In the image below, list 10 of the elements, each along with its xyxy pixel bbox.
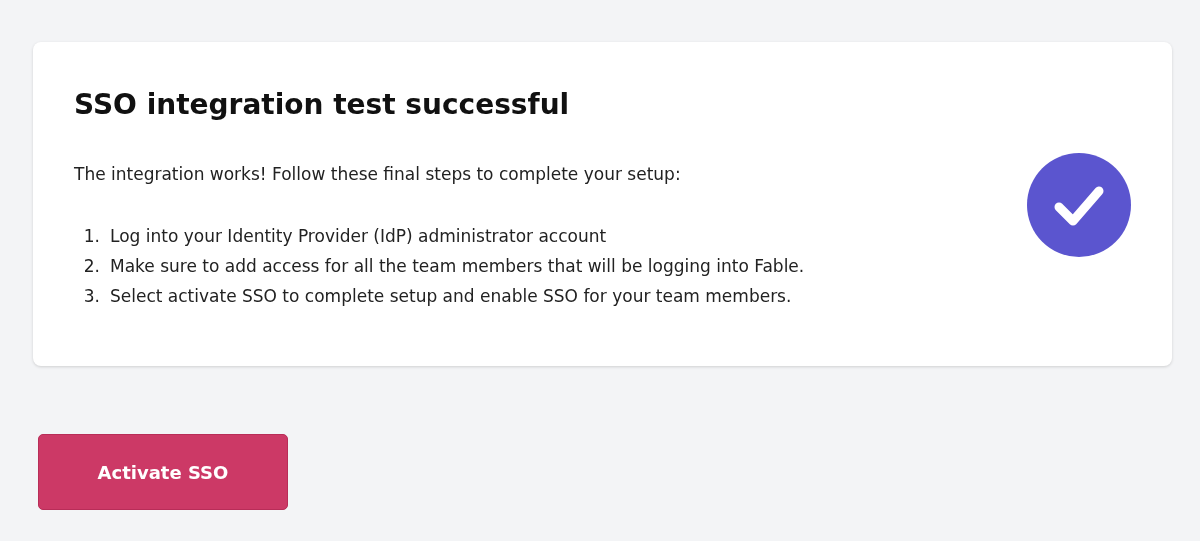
step-number: 3. <box>82 284 101 308</box>
step-number: 2. <box>82 254 101 278</box>
step-text: Log into your Identity Provider (IdP) administrator account <box>110 224 607 248</box>
check-icon <box>1027 153 1131 257</box>
step-text: Select activate SSO to complete setup and enable SSO for your team members. <box>110 284 792 308</box>
step-number: 1. <box>82 224 101 248</box>
activate-sso-button[interactable]: Activate SSO <box>38 434 288 510</box>
card-title: SSO integration test successful <box>74 87 571 122</box>
intro-text: The integration works! Follow these final steps to complete your setup: <box>74 163 682 186</box>
step-text: Make sure to add access for all the team members that will be logging into Fable. <box>110 254 805 278</box>
